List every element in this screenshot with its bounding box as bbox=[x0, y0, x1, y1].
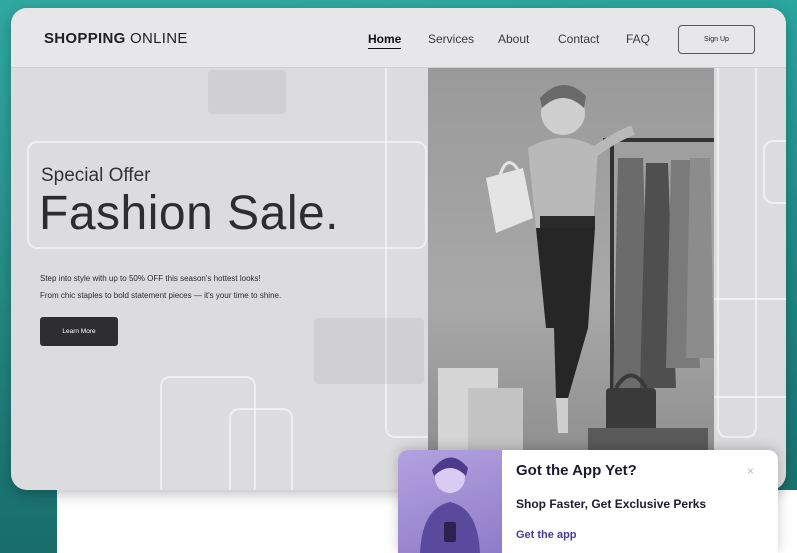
brand-bold: SHOPPING bbox=[44, 30, 126, 47]
close-icon[interactable]: × bbox=[747, 464, 754, 478]
hero-headline: Fashion Sale. bbox=[39, 187, 340, 240]
hero-eyebrow: Special Offer bbox=[41, 165, 151, 186]
brand-rest: ONLINE bbox=[125, 30, 188, 47]
deco-frame bbox=[763, 140, 786, 204]
top-navigation: SHOPPING ONLINE Home Services About Cont… bbox=[11, 8, 786, 68]
nav-link-services[interactable]: Services bbox=[428, 32, 474, 46]
app-promo-popup: Got the App Yet? Shop Faster, Get Exclus… bbox=[398, 450, 778, 553]
nav-link-contact[interactable]: Contact bbox=[558, 32, 599, 46]
deco-rect bbox=[314, 318, 424, 384]
website-card: SHOPPING ONLINE Home Services About Cont… bbox=[11, 8, 786, 490]
deco-frame bbox=[229, 408, 293, 490]
learn-more-button[interactable]: Learn More bbox=[40, 317, 118, 346]
popup-title: Got the App Yet? bbox=[516, 462, 637, 479]
nav-link-home[interactable]: Home bbox=[368, 32, 402, 49]
nav-link-faq[interactable]: FAQ bbox=[626, 32, 650, 46]
nav-link-about[interactable]: About bbox=[498, 32, 529, 46]
sign-up-button[interactable]: Sign Up bbox=[678, 25, 755, 54]
get-the-app-link[interactable]: Get the app bbox=[516, 529, 577, 541]
hero-description-line: From chic staples to bold statement piec… bbox=[40, 291, 282, 300]
hero-description-line: Step into style with up to 50% OFF this … bbox=[40, 274, 261, 283]
hero-photo bbox=[428, 68, 714, 458]
deco-rect bbox=[208, 70, 286, 114]
popup-image bbox=[398, 450, 502, 553]
surprised-woman-illustration bbox=[420, 457, 480, 553]
popup-subtitle: Shop Faster, Get Exclusive Perks bbox=[516, 497, 707, 511]
brand-logo[interactable]: SHOPPING ONLINE bbox=[44, 30, 188, 47]
fashion-model-illustration bbox=[438, 84, 714, 458]
